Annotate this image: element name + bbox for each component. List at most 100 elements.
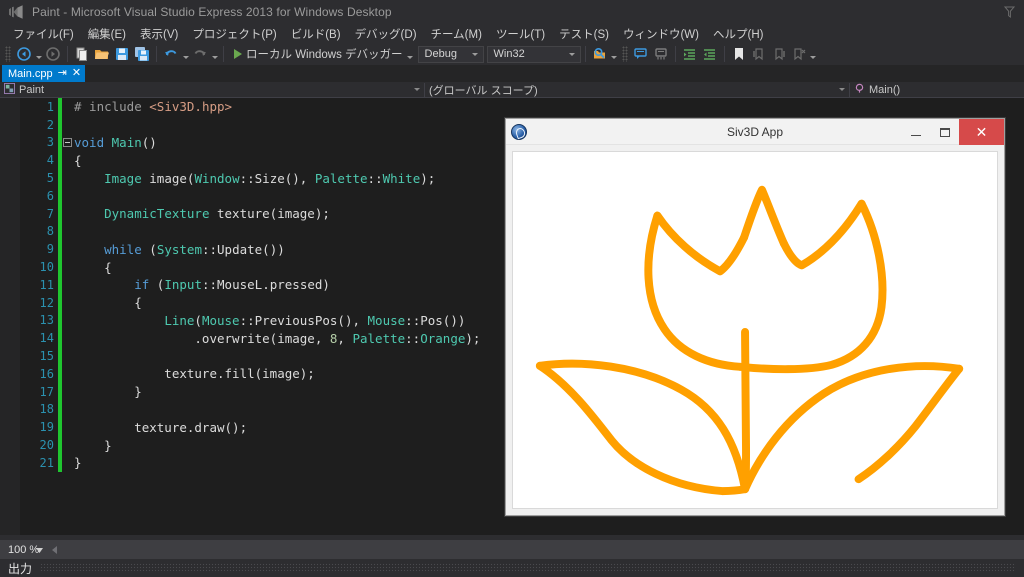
zoom-level-select[interactable]: 100 % — [0, 540, 48, 559]
menu-item-view[interactable]: 表示(V) — [133, 24, 185, 44]
decrease-indent-icon[interactable] — [700, 45, 720, 63]
navbar-project-label: Paint — [19, 83, 45, 96]
menu-item-help[interactable]: ヘルプ(H) — [706, 24, 770, 44]
code-text: { — [74, 152, 82, 168]
navigate-backward-dropdown-icon[interactable] — [34, 45, 43, 63]
comment-selection-icon[interactable] — [631, 45, 651, 63]
open-folder-icon[interactable] — [92, 45, 112, 63]
start-debugging-dropdown-icon[interactable] — [406, 45, 415, 63]
toolbar-grip[interactable] — [5, 46, 11, 62]
change-tracking-bar — [58, 204, 62, 223]
code-line[interactable]: 1 # include <Siv3D.hpp> — [0, 98, 1024, 116]
document-tab-strip: Main.cpp ⇥ ✕ — [0, 65, 1024, 82]
solution-platform-value: Win32 — [493, 48, 525, 60]
line-number: 12 — [39, 295, 54, 310]
menu-item-tools[interactable]: ツール(T) — [489, 24, 552, 44]
start-debugging-label: ローカル Windows デバッガー — [246, 49, 403, 61]
menu-item-test[interactable]: テスト(S) — [552, 24, 616, 44]
code-text: while (System::Update()) — [104, 241, 285, 257]
line-number: 18 — [39, 402, 54, 417]
chevron-down-icon — [839, 87, 845, 91]
clear-bookmarks-icon[interactable] — [789, 45, 809, 63]
siv3d-app-window[interactable]: Siv3D App ✕ — [505, 118, 1005, 516]
toolbar-separator — [584, 46, 586, 62]
line-number: 20 — [39, 438, 54, 453]
uncomment-selection-icon[interactable] — [651, 45, 671, 63]
standard-toolbar: ローカル Windows デバッガー Debug Win32 — [0, 43, 1024, 65]
line-number: 8 — [46, 224, 54, 239]
tab-main-cpp[interactable]: Main.cpp ⇥ ✕ — [2, 65, 86, 82]
previous-bookmark-icon[interactable] — [749, 45, 769, 63]
siv3d-canvas[interactable] — [512, 151, 998, 509]
find-dropdown-icon[interactable] — [610, 45, 619, 63]
change-tracking-bar — [58, 240, 62, 259]
navbar-member-select[interactable]: Main() — [850, 82, 1024, 98]
horizontal-scroll-left-button[interactable] — [48, 540, 60, 559]
line-number: 6 — [46, 188, 54, 203]
solution-configuration-select[interactable]: Debug — [417, 45, 484, 63]
find-in-files-icon[interactable] — [590, 45, 610, 63]
method-icon — [854, 83, 865, 97]
line-number: 16 — [39, 366, 54, 381]
chevron-down-icon — [469, 53, 481, 56]
filter-funnel-icon[interactable] — [1000, 3, 1018, 21]
pin-icon[interactable]: ⇥ — [58, 68, 67, 79]
navbar-scope-label: (グローバル スコープ) — [429, 84, 538, 97]
change-tracking-bar — [58, 186, 62, 205]
start-debugging-button[interactable]: ローカル Windows デバッガー — [228, 46, 406, 62]
redo-dropdown-icon[interactable] — [210, 45, 219, 63]
navigate-backward-icon[interactable] — [14, 45, 34, 63]
new-item-icon[interactable] — [72, 45, 92, 63]
line-number: 17 — [39, 384, 54, 399]
code-text: DynamicTexture texture(image); — [104, 206, 330, 222]
toolbar-overflow-icon[interactable] — [809, 45, 818, 63]
maximize-button[interactable] — [930, 119, 959, 145]
output-panel-header[interactable]: 出力 — [0, 559, 1024, 577]
bookmark-icon[interactable] — [729, 45, 749, 63]
navigation-bar: Paint (グローバル スコープ) Main() — [0, 82, 1024, 98]
navbar-project-select[interactable]: Paint — [0, 82, 424, 98]
undo-dropdown-icon[interactable] — [181, 45, 190, 63]
toolbar-grip[interactable] — [621, 46, 628, 62]
line-number: 13 — [39, 313, 54, 328]
navbar-member-label: Main() — [869, 83, 901, 96]
change-tracking-bar — [58, 222, 62, 241]
line-number: 3 — [46, 135, 54, 150]
change-tracking-bar — [58, 400, 62, 419]
menu-item-debug[interactable]: デバッグ(D) — [348, 24, 424, 44]
save-all-icon[interactable] — [132, 45, 152, 63]
menu-item-file[interactable]: ファイル(F) — [6, 24, 81, 44]
redo-icon[interactable] — [190, 45, 210, 63]
siv3d-title-bar[interactable]: Siv3D App ✕ — [506, 119, 1004, 145]
menu-item-edit[interactable]: 編集(E) — [81, 24, 133, 44]
change-tracking-bar — [58, 436, 62, 454]
menu-item-build[interactable]: ビルド(B) — [284, 24, 348, 44]
minimize-button[interactable] — [901, 119, 930, 145]
menu-item-project[interactable]: プロジェクト(P) — [185, 24, 283, 44]
collapse-region-icon[interactable] — [63, 137, 72, 147]
navigate-forward-icon[interactable] — [43, 45, 63, 63]
menu-item-team[interactable]: チーム(M) — [424, 24, 489, 44]
next-bookmark-icon[interactable] — [769, 45, 789, 63]
maximize-icon — [939, 127, 950, 137]
save-icon[interactable] — [112, 45, 132, 63]
change-tracking-bar — [58, 275, 62, 294]
outlining-column[interactable] — [62, 137, 73, 147]
close-button[interactable]: ✕ — [959, 119, 1004, 145]
toolbar-separator — [674, 46, 676, 62]
code-text: } — [74, 455, 82, 471]
close-icon[interactable]: ✕ — [72, 68, 81, 79]
line-number: 19 — [39, 420, 54, 435]
change-tracking-bar — [58, 258, 62, 276]
increase-indent-icon[interactable] — [680, 45, 700, 63]
change-tracking-bar — [58, 329, 62, 348]
chevron-down-icon — [414, 87, 420, 91]
navbar-scope-select[interactable]: (グローバル スコープ) — [425, 82, 849, 98]
window-title: Paint - Microsoft Visual Studio Express … — [32, 5, 392, 19]
undo-icon[interactable] — [161, 45, 181, 63]
solution-platform-select[interactable]: Win32 — [486, 45, 581, 63]
change-tracking-bar — [58, 311, 62, 330]
toolbar-separator — [156, 46, 157, 62]
menu-item-window[interactable]: ウィンドウ(W) — [616, 24, 706, 44]
menu-bar: ファイル(F) 編集(E) 表示(V) プロジェクト(P) ビルド(B) デバッ… — [0, 24, 1024, 43]
